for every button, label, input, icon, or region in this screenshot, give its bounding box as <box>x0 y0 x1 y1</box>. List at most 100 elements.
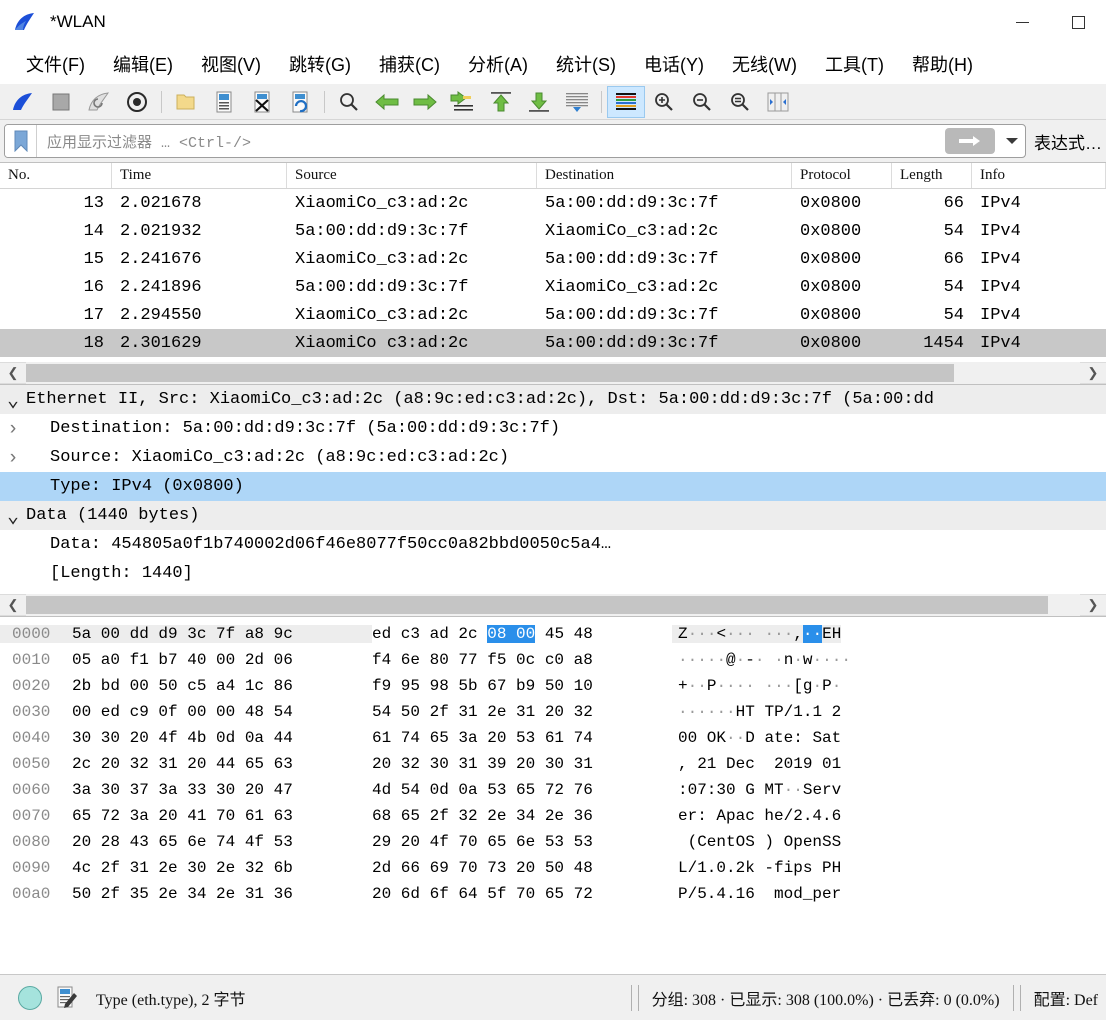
open-file-button[interactable] <box>167 86 205 118</box>
hex-dump-row[interactable]: 00a0 50 2f 35 2e 34 2e 31 36 20 6d 6f 64 5… <box>0 881 1106 907</box>
hex-dump-row[interactable]: 0020 2b bd 00 50 c5 a4 1c 86 f9 95 98 5b 6… <box>0 673 1106 699</box>
capture-options-button[interactable] <box>118 86 156 118</box>
cell-no: 16 <box>83 277 104 297</box>
chevron-right-icon[interactable]: › <box>0 418 26 440</box>
arrow-down-to-bottom-icon <box>529 92 549 112</box>
chevron-right-icon[interactable]: › <box>0 447 26 469</box>
menu-telephony[interactable]: 电话(Y) <box>630 49 718 79</box>
chevron-down-icon[interactable]: ⌄ <box>0 503 26 529</box>
detail-tree-row[interactable]: › Destination: 5a:00:dd:d9:3c:7f (5a:00:d… <box>0 414 1106 443</box>
scroll-right-icon[interactable]: ❯ <box>1080 594 1106 616</box>
scroll-left-icon[interactable]: ❮ <box>0 362 26 384</box>
column-header-source[interactable]: Source <box>287 163 537 188</box>
go-forward-button[interactable] <box>406 86 444 118</box>
menu-analyze[interactable]: 分析(A) <box>454 49 542 79</box>
go-back-button[interactable] <box>368 86 406 118</box>
detail-tree-row[interactable]: ⌄ Data (1440 bytes) <box>0 501 1106 530</box>
arrow-left-icon <box>375 93 399 110</box>
close-file-button[interactable] <box>243 86 281 118</box>
hex-bytes-right: 61 74 65 3a 20 53 61 74 <box>372 729 593 747</box>
chevron-down-icon[interactable]: ⌄ <box>0 387 26 413</box>
minimize-button[interactable] <box>994 0 1050 44</box>
start-capture-button[interactable] <box>4 86 42 118</box>
detail-tree-row[interactable]: › Source: XiaomiCo_c3:ad:2c (a8:9c:ed:c3:… <box>0 443 1106 472</box>
restart-capture-button[interactable] <box>80 86 118 118</box>
menu-go[interactable]: 跳转(G) <box>275 49 365 79</box>
cell-protocol: 0x0800 <box>800 333 862 353</box>
cell-destination: 5a:00:dd:d9:3c:7f <box>545 333 719 353</box>
capture-file-properties-icon[interactable] <box>56 986 78 1010</box>
save-file-button[interactable] <box>205 86 243 118</box>
packet-row[interactable]: 16 2.241896 5a:00:dd:d9:3c:7f XiaomiCo_c3:a… <box>0 273 1106 301</box>
column-header-info[interactable]: Info <box>972 163 1106 188</box>
detail-tree-row[interactable]: Data: 454805a0f1b740002d06f46e8077f50cc0… <box>0 530 1106 559</box>
hscroll-track[interactable] <box>26 362 1080 384</box>
menu-tools[interactable]: 工具(T) <box>811 49 898 79</box>
detail-tree-row[interactable]: Type: IPv4 (0x0800) <box>0 472 1106 501</box>
menu-capture[interactable]: 捕获(C) <box>365 49 454 79</box>
hscroll-track[interactable] <box>26 594 1080 616</box>
auto-scroll-button[interactable] <box>558 86 596 118</box>
cell-length: 54 <box>943 221 964 241</box>
packet-details-hscrollbar[interactable]: ❮ ❯ <box>0 594 1106 616</box>
menu-edit[interactable]: 编辑(E) <box>99 49 187 79</box>
go-to-last-packet-button[interactable] <box>520 86 558 118</box>
go-to-packet-button[interactable] <box>444 86 482 118</box>
hex-dump-row[interactable]: 0090 4c 2f 31 2e 30 2e 32 6b 2d 66 69 70 7… <box>0 855 1106 881</box>
packet-row[interactable]: 17 2.294550 XiaomiCo_c3:ad:2c 5a:00:dd:d9:3… <box>0 301 1106 329</box>
column-header-time[interactable]: Time <box>112 163 287 188</box>
apply-filter-button[interactable] <box>945 128 995 154</box>
menu-statistics[interactable]: 统计(S) <box>542 49 630 79</box>
menu-wireless[interactable]: 无线(W) <box>718 49 811 79</box>
filter-bookmark-button[interactable] <box>5 125 37 157</box>
hex-bytes-right: f9 95 98 5b 67 b9 50 10 <box>372 677 593 695</box>
hex-dump-row[interactable]: 0000 5a 00 dd d9 3c 7f a8 9c ed c3 ad 2c 0… <box>0 621 1106 647</box>
maximize-button[interactable] <box>1050 0 1106 44</box>
menu-view[interactable]: 视图(V) <box>187 49 275 79</box>
hex-bytes-left: 00 ed c9 0f 00 00 48 54 <box>72 703 293 721</box>
wireshark-logo-icon <box>14 12 40 32</box>
display-filter-input-wrap[interactable]: 应用显示过滤器 … <Ctrl-/> <box>4 124 1026 158</box>
column-header-destination[interactable]: Destination <box>537 163 792 188</box>
profile-status[interactable]: 配置: Def <box>1024 986 1098 1010</box>
column-header-no[interactable]: No. <box>0 163 112 188</box>
column-header-length[interactable]: Length <box>892 163 972 188</box>
find-packet-button[interactable] <box>330 86 368 118</box>
zoom-reset-icon <box>731 92 749 111</box>
hex-dump-row[interactable]: 0070 65 72 3a 20 41 70 61 63 68 65 2f 32 2… <box>0 803 1106 829</box>
resize-columns-button[interactable] <box>759 86 797 118</box>
scroll-right-icon[interactable]: ❯ <box>1080 362 1106 384</box>
menu-file[interactable]: 文件(F) <box>12 49 99 79</box>
zoom-reset-button[interactable] <box>721 86 759 118</box>
packet-row[interactable]: 18 2.301629 XiaomiCo c3:ad:2c 5a:00:dd:d9:3… <box>0 329 1106 357</box>
zoom-out-button[interactable] <box>683 86 721 118</box>
packet-row[interactable]: 13 2.021678 XiaomiCo_c3:ad:2c 5a:00:dd:d9:3… <box>0 189 1106 217</box>
status-bar: Type (eth.type), 2 字节 分组: 308 · 已显示: 308… <box>0 974 1106 1020</box>
hex-dump-row[interactable]: 0010 05 a0 f1 b7 40 00 2d 06 f4 6e 80 77 f… <box>0 647 1106 673</box>
hscroll-thumb[interactable] <box>26 596 1049 614</box>
packet-row[interactable]: 14 2.021932 5a:00:dd:d9:3c:7f XiaomiCo_c3:a… <box>0 217 1106 245</box>
filter-expression-button[interactable]: 表达式… <box>1026 129 1102 154</box>
go-to-first-packet-button[interactable] <box>482 86 520 118</box>
hex-dump-row[interactable]: 0050 2c 20 32 31 20 44 65 63 20 32 30 31 3… <box>0 751 1106 777</box>
packet-list-hscrollbar[interactable]: ❮ ❯ <box>0 362 1106 384</box>
hex-dump-row[interactable]: 0040 30 30 20 4f 4b 0d 0a 44 61 74 65 3a 2… <box>0 725 1106 751</box>
zoom-in-button[interactable] <box>645 86 683 118</box>
hex-dump-row[interactable]: 0060 3a 30 37 3a 33 30 20 47 4d 54 0d 0a 5… <box>0 777 1106 803</box>
hex-dump-row[interactable]: 0030 00 ed c9 0f 00 00 48 54 54 50 2f 31 2… <box>0 699 1106 725</box>
expert-info-icon[interactable] <box>18 985 42 1010</box>
filter-history-dropdown[interactable] <box>999 126 1025 156</box>
colorize-button[interactable] <box>607 85 645 118</box>
detail-tree-row[interactable]: [Length: 1440] <box>0 559 1106 588</box>
packet-row[interactable]: 15 2.241676 XiaomiCo_c3:ad:2c 5a:00:dd:d9:3… <box>0 245 1106 273</box>
hscroll-thumb[interactable] <box>26 364 954 382</box>
scroll-left-icon[interactable]: ❮ <box>0 594 26 616</box>
column-header-protocol[interactable]: Protocol <box>792 163 892 188</box>
display-filter-input[interactable]: 应用显示过滤器 … <Ctrl-/> <box>37 131 945 152</box>
detail-tree-row[interactable]: ⌄ Ethernet II, Src: XiaomiCo_c3:ad:2c (a8… <box>0 385 1106 414</box>
menu-help[interactable]: 帮助(H) <box>898 49 987 79</box>
stop-capture-button[interactable] <box>42 86 80 118</box>
reload-file-button[interactable] <box>281 86 319 118</box>
hex-dump-row[interactable]: 0080 20 28 43 65 6e 74 4f 53 29 20 4f 70 6… <box>0 829 1106 855</box>
selected-field-status: Type (eth.type), 2 字节 <box>96 991 246 1009</box>
